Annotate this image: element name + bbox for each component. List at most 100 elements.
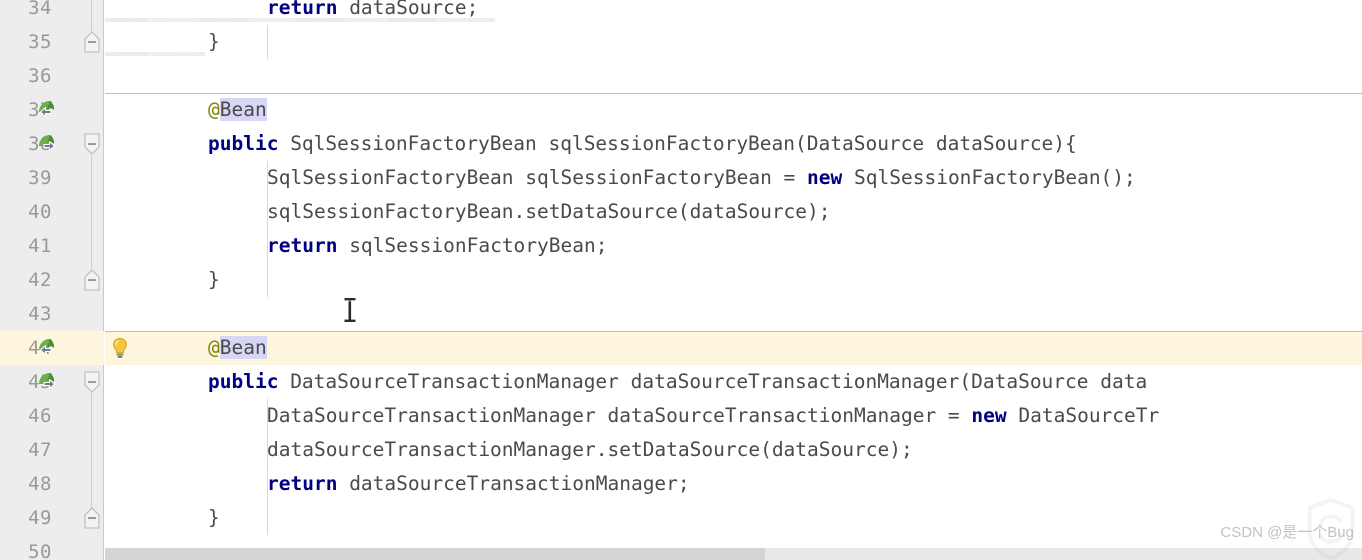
code-line[interactable]: return sqlSessionFactoryBean; — [105, 229, 1362, 263]
gutter-row[interactable]: 47 — [0, 433, 104, 467]
code-token-plain: sqlSessionFactoryBean.setDataSource(data… — [267, 200, 831, 223]
code-fold-end-marker[interactable] — [83, 507, 101, 529]
code-token-plain: } — [208, 268, 220, 291]
gutter-row[interactable]: 43 — [0, 297, 104, 331]
intention-bulb-icon[interactable] — [108, 336, 132, 360]
spring-bean-navigate-left-icon[interactable] — [36, 337, 59, 360]
method-separator — [105, 331, 1362, 332]
horizontal-scrollbar-track[interactable] — [105, 548, 1362, 560]
spring-bean-navigate-right-icon[interactable] — [36, 371, 59, 394]
code-token-kw: new — [807, 166, 843, 189]
code-fold-start-marker[interactable] — [83, 371, 101, 393]
code-line-text: } — [208, 263, 220, 297]
code-token-plain: DataSourceTransactionManager dataSourceT… — [278, 370, 1148, 393]
code-token-plain: SqlSessionFactoryBean sqlSessionFactoryB… — [278, 132, 1077, 155]
code-token-plain: dataSource; — [337, 0, 479, 19]
inspection-wavy-underline — [105, 52, 205, 56]
line-number: 41 — [28, 235, 52, 257]
code-line[interactable] — [105, 59, 1362, 93]
code-line[interactable]: DataSourceTransactionManager dataSourceT… — [105, 399, 1362, 433]
code-token-plain: } — [208, 506, 220, 529]
code-token-plain: dataSourceTransactionManager.setDataSour… — [267, 438, 913, 461]
code-fold-connector — [91, 382, 92, 484]
code-line-text: sqlSessionFactoryBean.setDataSource(data… — [267, 195, 831, 229]
indent-guide — [267, 25, 268, 59]
gutter-row[interactable]: 41 — [0, 229, 104, 263]
code-line[interactable]: dataSourceTransactionManager.setDataSour… — [105, 433, 1362, 467]
editor-code-area[interactable]: return dataSource;} @Bean public SqlSessio… — [105, 0, 1362, 560]
gutter-row[interactable]: 46 — [0, 399, 104, 433]
gutter-row[interactable]: 34 — [0, 0, 104, 25]
gutter-row[interactable]: 40 — [0, 195, 104, 229]
line-number: 47 — [28, 439, 52, 461]
line-number: 39 — [28, 167, 52, 189]
gutter-row[interactable]: 44 — [0, 331, 104, 365]
code-token-plain: DataSourceTr — [1006, 404, 1160, 427]
code-line[interactable]: @Bean — [105, 331, 1362, 365]
code-token-anno-nm: Bean — [219, 98, 267, 121]
code-line[interactable]: SqlSessionFactoryBean sqlSessionFactoryB… — [105, 161, 1362, 195]
code-token-plain: SqlSessionFactoryBean(); — [842, 166, 1136, 189]
code-line-text: @Bean — [208, 93, 267, 127]
code-fold-connector — [91, 144, 92, 280]
line-number: 34 — [28, 0, 52, 19]
code-token-kw: new — [971, 404, 1007, 427]
code-fold-end-marker[interactable] — [83, 269, 101, 291]
code-line-text: SqlSessionFactoryBean sqlSessionFactoryB… — [267, 161, 1136, 195]
code-line-text: @Bean — [208, 331, 267, 365]
line-number: 36 — [28, 65, 52, 87]
gutter-row[interactable]: 36 — [0, 59, 104, 93]
code-token-kw: return — [267, 472, 338, 495]
line-number: 43 — [28, 303, 52, 325]
gutter-row[interactable]: 50 — [0, 535, 104, 560]
gutter-row[interactable]: 37 — [0, 93, 104, 127]
code-line-text: public SqlSessionFactoryBean sqlSessionF… — [208, 127, 1077, 161]
line-number: 48 — [28, 473, 52, 495]
code-line[interactable]: public DataSourceTransactionManager data… — [105, 365, 1362, 399]
line-number: 40 — [28, 201, 52, 223]
line-number: 42 — [28, 269, 52, 291]
code-line-text: } — [208, 501, 220, 535]
watermark-text: CSDN @是一个Bug — [1220, 524, 1354, 541]
code-token-plain: sqlSessionFactoryBean; — [337, 234, 608, 257]
code-line-text: DataSourceTransactionManager dataSourceT… — [267, 399, 1159, 433]
indent-guide — [267, 399, 268, 535]
code-line[interactable]: public SqlSessionFactoryBean sqlSessionF… — [105, 127, 1362, 161]
code-token-kw: return — [267, 0, 338, 19]
code-token-kw: public — [208, 132, 279, 155]
code-line[interactable]: @Bean — [105, 93, 1362, 127]
spring-bean-navigate-left-icon[interactable] — [36, 99, 59, 122]
code-token-plain: SqlSessionFactoryBean sqlSessionFactoryB… — [267, 166, 808, 189]
code-token-plain: } — [208, 30, 220, 53]
code-line-text: } — [208, 25, 220, 59]
code-token-anno-at: @ — [208, 336, 220, 359]
spring-bean-navigate-right-icon[interactable] — [36, 133, 59, 156]
code-line[interactable]: } — [105, 501, 1362, 535]
code-line[interactable]: return dataSourceTransactionManager; — [105, 467, 1362, 501]
code-token-plain: DataSourceTransactionManager dataSourceT… — [267, 404, 972, 427]
code-token-plain: dataSourceTransactionManager; — [337, 472, 690, 495]
inspection-wavy-underline — [105, 18, 495, 22]
code-line[interactable]: } — [105, 263, 1362, 297]
code-fold-start-marker[interactable] — [83, 133, 101, 155]
code-line-text: return dataSourceTransactionManager; — [267, 467, 690, 501]
code-editor[interactable]: 3435363738394041424344454647484950 retur… — [0, 0, 1362, 560]
horizontal-scrollbar-thumb[interactable] — [105, 548, 765, 560]
gutter-row[interactable]: 48 — [0, 467, 104, 501]
code-fold-end-marker[interactable] — [83, 31, 101, 53]
code-line-text: dataSourceTransactionManager.setDataSour… — [267, 433, 913, 467]
gutter-row[interactable]: 39 — [0, 161, 104, 195]
line-number: 50 — [28, 541, 52, 560]
line-number: 49 — [28, 507, 52, 529]
code-token-anno-nm: Bean — [219, 336, 267, 359]
code-token-anno-at: @ — [208, 98, 220, 121]
code-line[interactable]: } — [105, 25, 1362, 59]
code-line[interactable] — [105, 297, 1362, 331]
code-line[interactable]: sqlSessionFactoryBean.setDataSource(data… — [105, 195, 1362, 229]
code-token-kw: public — [208, 370, 279, 393]
code-line-text: return sqlSessionFactoryBean; — [267, 229, 607, 263]
indent-guide — [267, 161, 268, 297]
csdn-watermark: CSDN @是一个Bug — [1220, 521, 1354, 542]
code-line-text: public DataSourceTransactionManager data… — [208, 365, 1147, 399]
line-number: 46 — [28, 405, 52, 427]
